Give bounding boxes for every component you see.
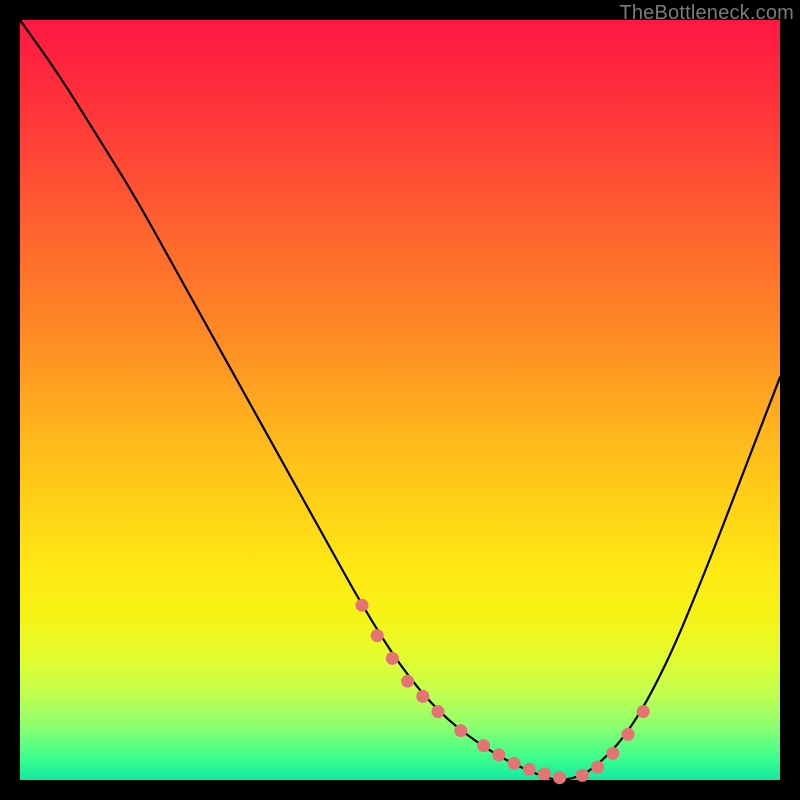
marker-point [477, 739, 490, 752]
marker-point [401, 675, 414, 688]
marker-point [356, 599, 369, 612]
marker-point [492, 748, 505, 761]
bottleneck-curve [20, 20, 780, 780]
marker-point [508, 757, 521, 770]
plot-area [20, 20, 780, 780]
marker-point [454, 724, 467, 737]
marker-point [371, 629, 384, 642]
marker-point [591, 761, 604, 774]
marker-point [523, 763, 536, 776]
marker-point [432, 705, 445, 718]
marker-point [538, 767, 551, 780]
marker-point [622, 728, 635, 741]
marker-point [553, 771, 566, 784]
watermark-text: TheBottleneck.com [619, 2, 794, 25]
chart-svg [20, 20, 780, 780]
marker-point [637, 705, 650, 718]
marker-point [386, 652, 399, 665]
marker-point [416, 690, 429, 703]
marker-point [576, 769, 589, 782]
marker-point [606, 747, 619, 760]
chart-stage: TheBottleneck.com [0, 0, 800, 800]
